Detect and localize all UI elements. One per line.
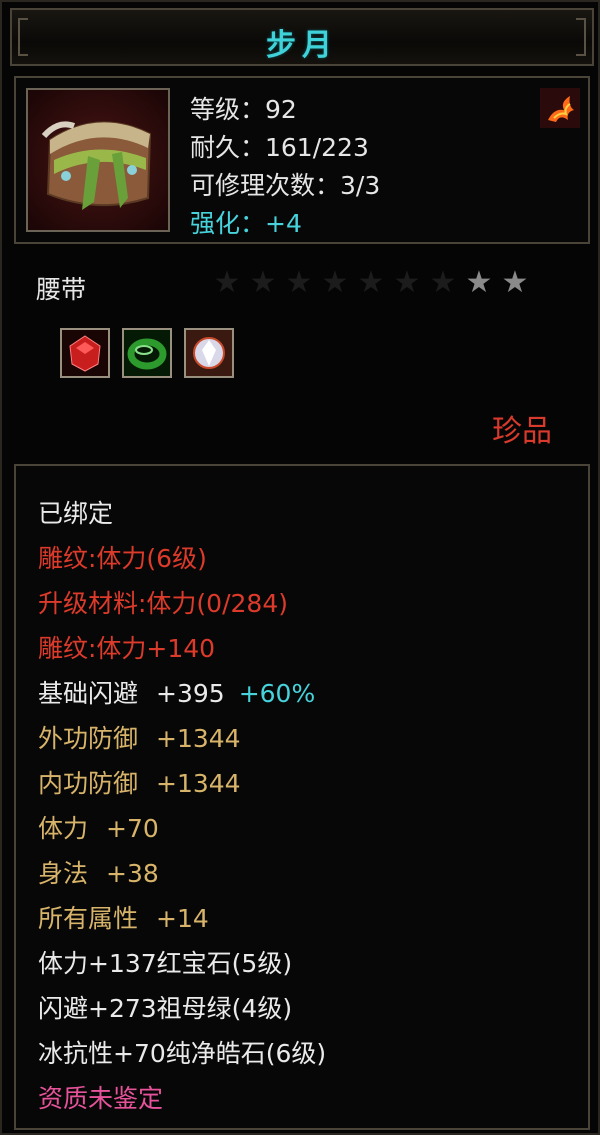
attribute-value: +1344 — [156, 769, 241, 798]
ruby-gem-icon[interactable] — [60, 328, 110, 378]
repair-count-text: 可修理次数：3/3 — [190, 171, 381, 200]
star-icon: ★ — [249, 265, 277, 300]
upgrade-material-line: 升级材料:体力(0/284) — [38, 589, 288, 618]
attribute-row: 外功防御 +1344 — [38, 719, 241, 755]
attribute-list: 已绑定 雕纹:体力(6级) 升级材料:体力(0/284) 雕纹:体力+140 基… — [14, 464, 590, 1130]
gem-bonus-line: 冰抗性+70纯净皓石(6级) — [38, 1039, 327, 1068]
gem-bonus-line: 闪避+273祖母绿(4级) — [38, 994, 293, 1023]
star-icon: ★ — [465, 265, 493, 300]
star-icon: ★ — [501, 265, 529, 300]
star-icon: ★ — [321, 265, 349, 300]
emerald-gem-icon[interactable] — [122, 328, 172, 378]
enhance-text: 强化：+4 — [190, 209, 302, 238]
attribute-label: 基础闪避 — [38, 679, 139, 708]
attribute-value: +38 — [106, 859, 159, 888]
title-bar: 步月 — [10, 8, 594, 66]
attribute-row: 所有属性 +14 — [38, 899, 209, 935]
star-icon: ★ — [357, 265, 385, 300]
aptitude-status: 资质未鉴定 — [38, 1084, 164, 1113]
star-icon: ★ — [429, 265, 457, 300]
gem-bonus-line: 体力+137红宝石(5级) — [38, 949, 293, 978]
attribute-row: 内功防御 +1344 — [38, 764, 241, 800]
attribute-label: 体力 — [38, 814, 89, 843]
quality-label: 珍品 — [492, 414, 552, 449]
attribute-row: 体力 +70 — [38, 809, 159, 845]
item-header: 等级：92 耐久：161/223 可修理次数：3/3 强化：+4 — [14, 76, 590, 244]
star-icon: ★ — [213, 265, 241, 300]
attribute-label: 身法 — [38, 859, 89, 888]
star-rating: ★ ★ ★ ★ ★ ★ ★ ★ ★ — [212, 268, 530, 304]
attribute-value: +395 — [156, 679, 225, 708]
attribute-label: 内功防御 — [38, 769, 139, 798]
flame-icon — [540, 88, 580, 128]
attribute-row: 基础闪避 +395 +60% — [38, 674, 315, 710]
diamond-gem-icon[interactable] — [184, 328, 234, 378]
belt-icon — [26, 88, 170, 232]
attribute-value: +70 — [106, 814, 159, 843]
item-tooltip: 步月 等级：92 耐久：161/223 可修理次数：3/3 强化：+4 腰带 ★… — [0, 0, 600, 1135]
attribute-label: 所有属性 — [38, 904, 139, 933]
engrave-line: 雕纹:体力(6级) — [38, 544, 207, 573]
item-type: 腰带 — [36, 275, 87, 304]
attribute-label: 外功防御 — [38, 724, 139, 753]
attribute-value: +1344 — [156, 724, 241, 753]
bound-status: 已绑定 — [38, 499, 114, 528]
durability-text: 耐久：161/223 — [190, 133, 369, 162]
star-icon: ★ — [285, 265, 313, 300]
attribute-row: 身法 +38 — [38, 854, 159, 890]
level-text: 等级：92 — [190, 95, 297, 124]
star-icon: ★ — [393, 265, 421, 300]
attribute-value: +14 — [156, 904, 209, 933]
attribute-bonus: +60% — [238, 679, 316, 708]
engrave-bonus-line: 雕纹:体力+140 — [38, 634, 216, 663]
item-name: 步月 — [266, 28, 338, 63]
